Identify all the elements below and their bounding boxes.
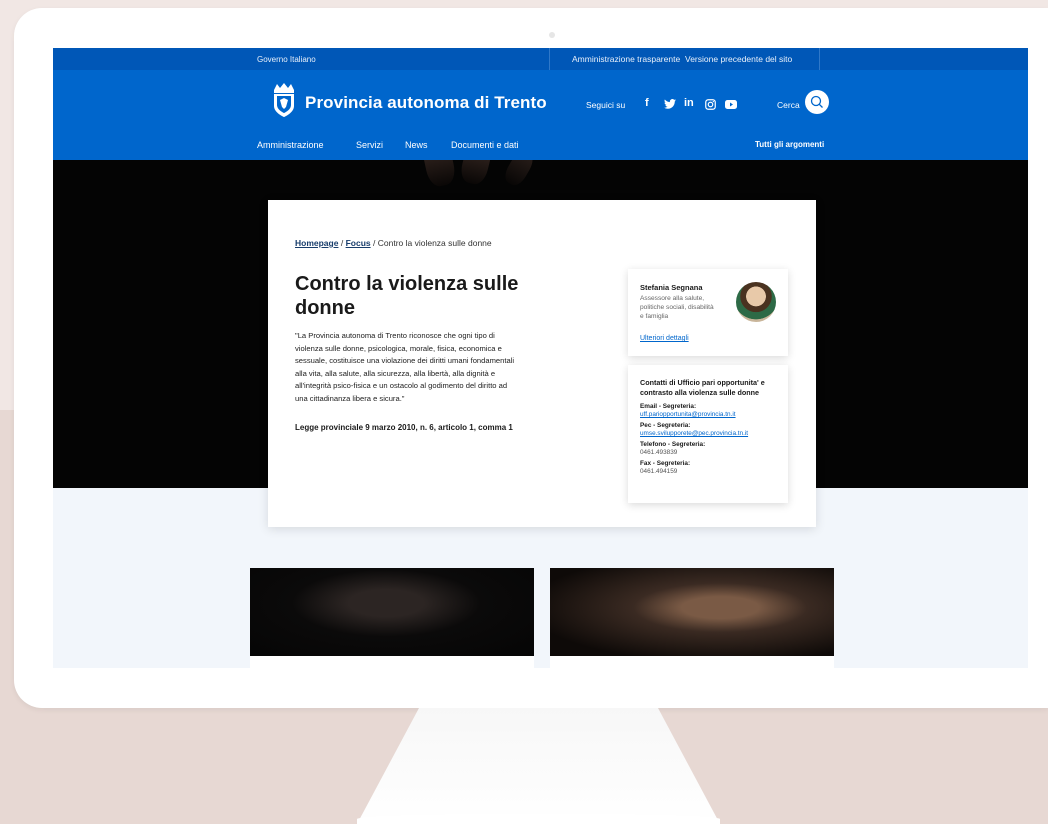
email-label: Email - Segreteria: [640,403,697,410]
breadcrumb: Homepage / Focus / Contro la violenza su… [295,238,492,248]
monitor-stand-base [357,814,720,824]
person-role: Assessore alla salute, politiche sociali… [640,295,714,320]
hero-hand-shape [420,160,458,189]
contact-title: Contatti di Ufficio pari opportunita' e … [640,378,765,397]
youtube-icon[interactable] [725,100,737,109]
hero-hand-shape [458,160,494,187]
search-icon [810,95,823,108]
nav-documenti-e-dati[interactable]: Documenti e dati [451,140,519,150]
intro-quote: "La Provincia autonoma di Trento riconos… [295,331,515,403]
topbar-divider [819,48,820,70]
assessore-card: Stefania Segnana Assessore alla salute, … [628,269,788,356]
nav-news[interactable]: News [405,140,428,150]
tutti-gli-argomenti-link[interactable]: Tutti gli argomenti [755,140,824,149]
nav-servizi[interactable]: Servizi [356,140,383,150]
nav-amministrazione[interactable]: Amministrazione [257,140,324,150]
main-content-card: Homepage / Focus / Contro la violenza su… [268,200,816,527]
focus-card[interactable] [250,568,534,668]
person-name: Stefania Segnana [640,283,703,292]
breadcrumb-current: Contro la violenza sulle donne [377,238,492,248]
breadcrumb-separator: / [373,238,376,248]
avatar [736,282,776,322]
law-reference: Legge provinciale 9 marzo 2010, n. 6, ar… [295,423,513,432]
telefono-value: 0461.493839 [640,449,678,456]
card-image [250,568,534,656]
top-bar: Governo Italiano Amministrazione traspar… [53,48,1028,70]
fax-value: 0461.494159 [640,468,678,475]
hero-hand-shape [501,160,537,189]
camera-dot [549,32,555,38]
breadcrumb-focus[interactable]: Focus [346,238,371,248]
site-header: Provincia autonoma di Trento Seguici su … [53,70,1028,160]
contact-card: Contatti di Ufficio pari opportunita' e … [628,365,788,503]
website-screen: Governo Italiano Amministrazione traspar… [53,48,1028,668]
pec-link[interactable]: umse.svilupporete@pec.provincia.tn.it [640,430,748,437]
governo-italiano-link[interactable]: Governo Italiano [257,55,316,64]
ulteriori-dettagli-link[interactable]: Ulteriori dettagli [640,335,689,342]
topbar-divider [549,48,550,70]
amministrazione-trasparente-link[interactable]: Amministrazione trasparente [572,54,680,64]
site-title[interactable]: Provincia autonoma di Trento [305,93,547,113]
telefono-label: Telefono - Segreteria: [640,441,706,448]
fax-label: Fax - Segreteria: [640,460,691,467]
pec-label: Pec - Segreteria: [640,422,691,429]
linkedin-icon[interactable]: in [684,95,694,111]
cerca-label[interactable]: Cerca [777,100,800,110]
versione-precedente-link[interactable]: Versione precedente del sito [685,54,792,64]
seguici-label: Seguici su [586,100,626,110]
search-button[interactable] [805,90,829,114]
coat-of-arms-icon[interactable] [271,82,297,118]
instagram-icon[interactable] [705,99,716,110]
facebook-icon[interactable]: f [645,95,649,111]
breadcrumb-separator: / [340,238,344,248]
focus-card[interactable] [550,568,834,668]
page-title: Contro la violenza sulle donne [295,273,519,319]
twitter-icon[interactable] [664,99,676,109]
email-link[interactable]: uff.pariopportunita@provincia.tn.it [640,411,736,418]
card-image [550,568,834,656]
breadcrumb-homepage[interactable]: Homepage [295,238,338,248]
monitor-stand [357,708,720,824]
